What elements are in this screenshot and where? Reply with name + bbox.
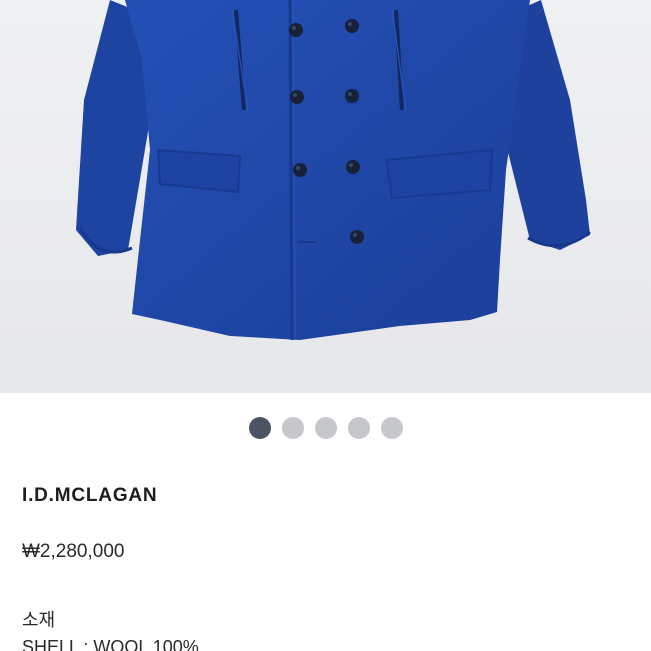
product-image[interactable] [0,0,651,393]
image-carousel-indicator [0,417,651,439]
product-page: I.D.MCLAGAN ₩2,280,000 소재 SHELL : WOOL 1… [0,0,651,651]
product-price: ₩2,280,000 [22,541,125,562]
carousel-dot-2[interactable] [281,417,304,439]
carousel-dot-3[interactable] [314,417,337,439]
coat-illustration [0,0,651,393]
brand-name[interactable]: I.D.MCLAGAN [22,485,157,507]
carousel-dot-4[interactable] [347,417,370,439]
carousel-dot-1[interactable] [248,417,271,439]
material-heading: 소재 [22,610,56,630]
material-composition: SHELL : WOOL 100% [22,637,199,651]
carousel-dot-5[interactable] [380,417,403,439]
